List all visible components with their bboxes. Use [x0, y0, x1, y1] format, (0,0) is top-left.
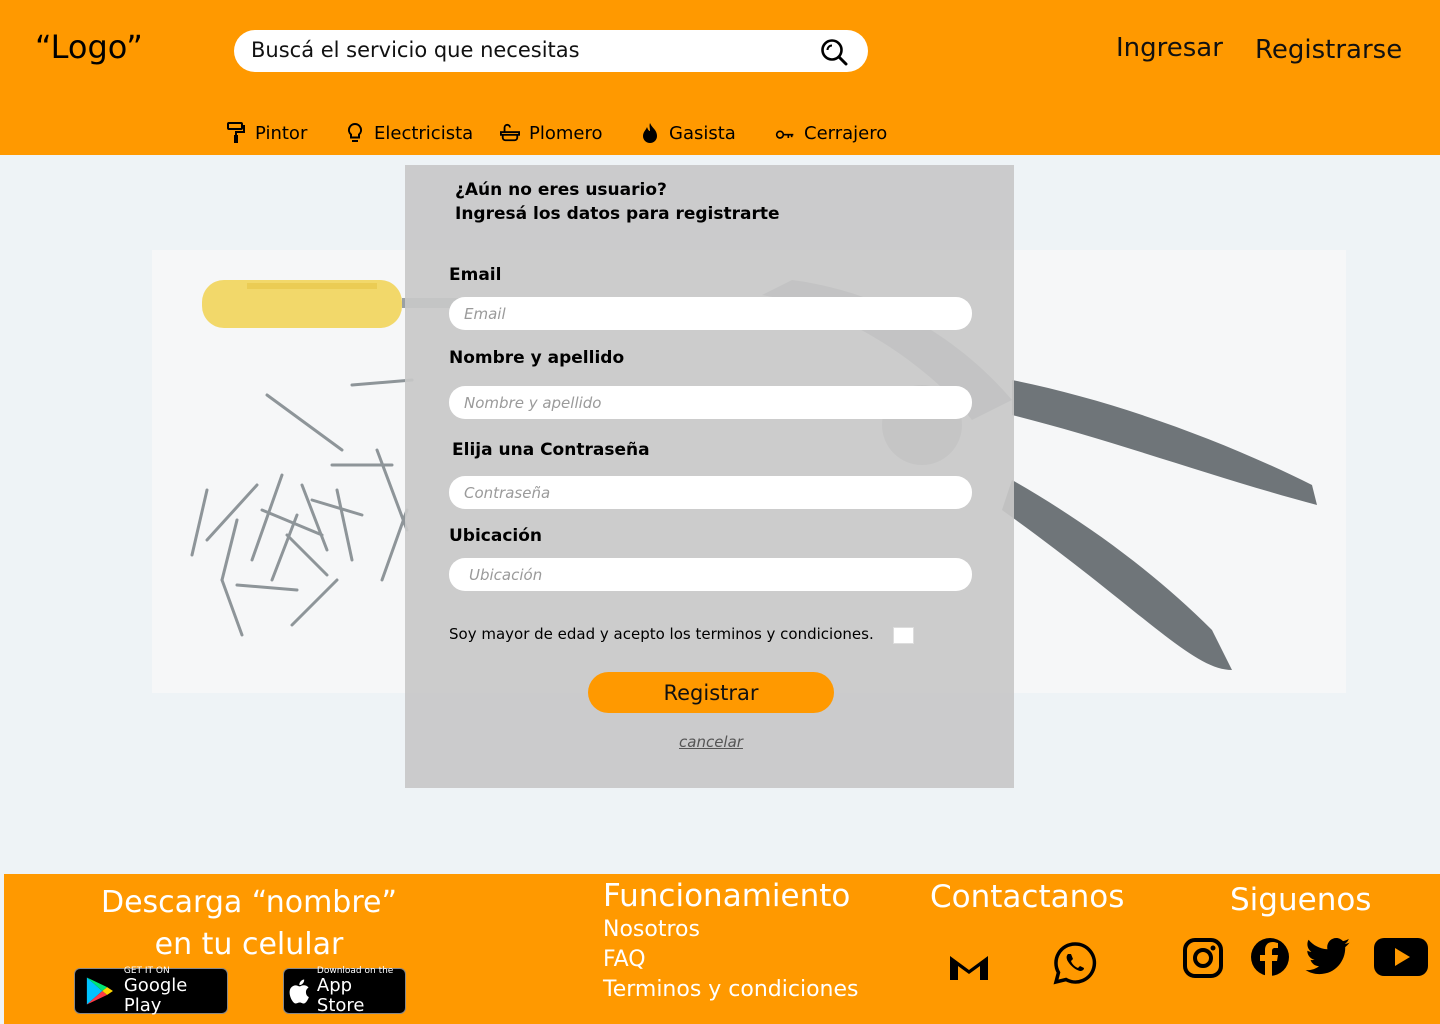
name-label: Nombre y apellido — [449, 348, 625, 368]
google-play-icon — [86, 977, 113, 1005]
category-label: Electricista — [374, 122, 474, 144]
email-field[interactable] — [449, 297, 972, 330]
google-big-text: Google Play — [123, 975, 188, 1016]
terms-checkbox[interactable] — [893, 627, 914, 644]
terms-link[interactable]: Terminos y condiciones — [603, 977, 859, 1002]
download-title: Descarga “nombre” en tu celular — [4, 882, 494, 966]
login-link[interactable]: Ingresar — [1116, 33, 1223, 63]
email-label: Email — [449, 265, 502, 285]
facebook-icon[interactable] — [1250, 937, 1290, 977]
password-field[interactable] — [449, 476, 972, 509]
register-link[interactable]: Registrarse — [1255, 35, 1402, 65]
logo[interactable]: “Logo” — [35, 28, 143, 66]
password-label: Elija una Contraseña — [452, 440, 650, 460]
name-field[interactable] — [449, 386, 972, 419]
google-play-badge[interactable]: GET IT ON Google Play — [74, 966, 228, 1016]
contact-title: Contactanos — [930, 879, 1125, 915]
terms-text: Soy mayor de edad y acepto los terminos … — [449, 625, 874, 643]
search-bar[interactable]: Buscá el servicio que necesitas — [234, 30, 868, 72]
register-modal: ¿Aún no eres usuario? Ingresá los datos … — [405, 165, 1014, 788]
gmail-icon[interactable] — [948, 950, 990, 982]
apple-big-text: App Store — [316, 975, 365, 1016]
category-cerrajero[interactable]: Cerrajero — [775, 122, 887, 144]
cancel-link[interactable]: cancelar — [679, 733, 743, 751]
key-icon — [775, 130, 794, 139]
download-line1: Descarga “nombre” — [100, 885, 398, 920]
nosotros-link[interactable]: Nosotros — [603, 917, 700, 942]
category-label: Pintor — [255, 122, 308, 144]
footer: Descarga “nombre” en tu celular GET IT O… — [4, 874, 1440, 1024]
search-icon[interactable] — [820, 38, 848, 66]
category-label: Gasista — [669, 122, 736, 144]
faq-link[interactable]: FAQ — [603, 947, 646, 972]
follow-title: Siguenos — [1230, 882, 1372, 918]
category-gasista[interactable]: Gasista — [640, 122, 736, 144]
funcionamiento-title: Funcionamiento — [603, 878, 851, 914]
location-field[interactable] — [449, 558, 972, 591]
paint-roller-icon — [227, 122, 245, 143]
search-input[interactable]: Buscá el servicio que necesitas — [251, 38, 580, 62]
category-pintor[interactable]: Pintor — [226, 122, 307, 144]
location-label: Ubicación — [449, 526, 543, 546]
app-store-badge[interactable]: Download on the App Store — [283, 966, 406, 1016]
category-label: Cerrajero — [804, 122, 888, 144]
category-plomero[interactable]: Plomero — [500, 122, 603, 144]
download-line2: en tu celular — [154, 927, 344, 962]
modal-title-line1: ¿Aún no eres usuario? — [455, 180, 667, 200]
bathtub-icon — [500, 123, 520, 142]
lightbulb-icon — [347, 122, 363, 142]
register-button[interactable]: Registrar — [588, 672, 834, 713]
category-label: Plomero — [529, 122, 603, 144]
whatsapp-icon[interactable] — [1052, 940, 1098, 986]
flame-icon — [643, 123, 657, 143]
youtube-icon[interactable] — [1374, 938, 1428, 976]
modal-title-line2: Ingresá los datos para registrarte — [455, 204, 780, 224]
category-electricista[interactable]: Electricista — [345, 122, 473, 144]
header: “Logo” Buscá el servicio que necesitas I… — [0, 0, 1440, 155]
twitter-icon[interactable] — [1305, 938, 1351, 976]
category-nav: Pintor Electricista Plomero Gasista Cerr… — [0, 118, 1440, 152]
instagram-icon[interactable] — [1182, 937, 1224, 979]
modal-title: ¿Aún no eres usuario? Ingresá los datos … — [455, 178, 780, 226]
apple-icon — [289, 979, 309, 1004]
